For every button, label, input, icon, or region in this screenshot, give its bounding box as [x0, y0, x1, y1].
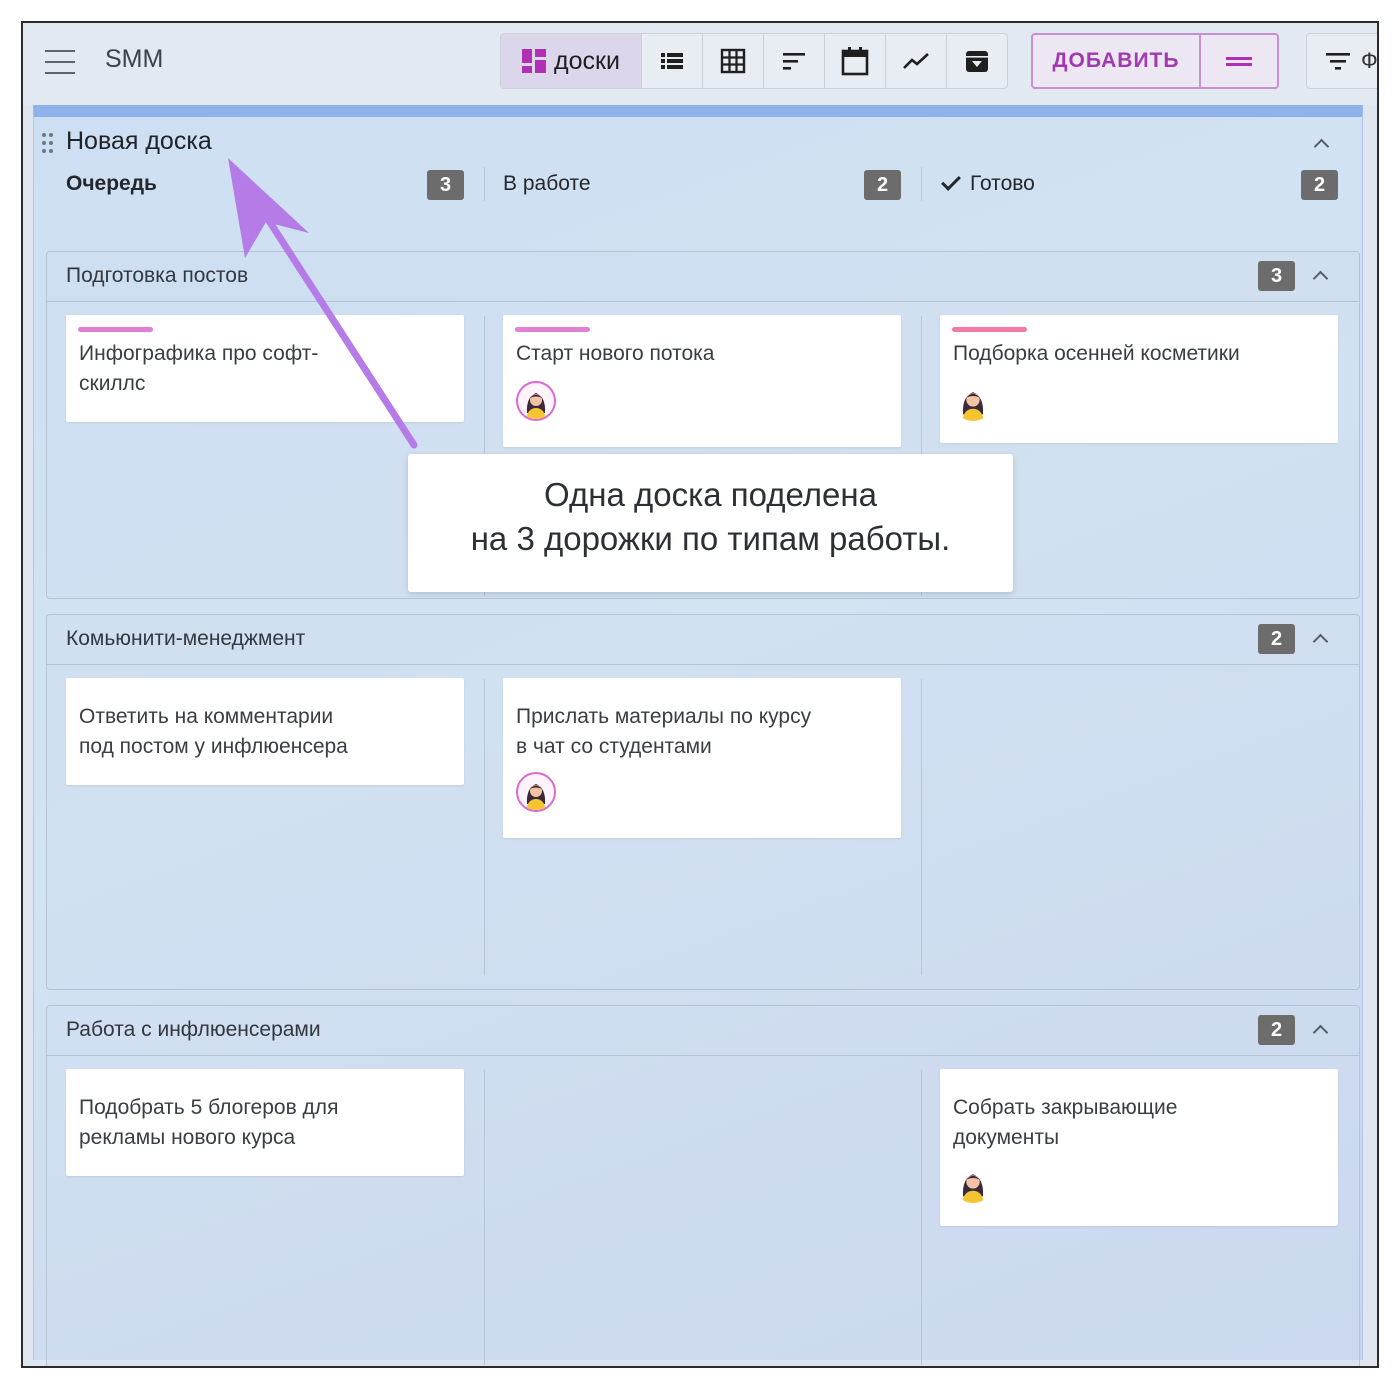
view-boards-button[interactable]: доски	[501, 34, 641, 88]
column-count-badge: 2	[864, 170, 901, 200]
card-title: Инфографика про софт- скиллс	[79, 342, 319, 395]
lane-header[interactable]: Подготовка постов 3	[47, 252, 1359, 302]
column-count-badge: 2	[1301, 170, 1338, 200]
column-divider	[484, 167, 485, 201]
filter-icon	[1326, 53, 1350, 70]
column-divider	[921, 1070, 922, 1365]
lane-collapse-chevron-icon[interactable]	[1312, 631, 1328, 647]
lane-count-badge: 2	[1258, 1015, 1295, 1045]
lane-title: Подготовка постов	[66, 264, 249, 287]
card-title: Подборка осенней косметики	[953, 342, 1240, 365]
dashboard-icon	[522, 49, 547, 73]
view-list-button[interactable]	[641, 34, 702, 88]
column-name: Готово	[970, 172, 1035, 195]
board: Новая доска Очередь 3 В работе 2 Готово …	[33, 105, 1363, 1366]
filter-button[interactable]: Ф	[1306, 33, 1378, 89]
column-count-badge: 3	[427, 170, 464, 200]
filter-label: Ф	[1361, 48, 1378, 73]
app-window: SMM доски ДОБАВИТЬ Ф Новая доска Очередь…	[21, 21, 1379, 1368]
add-button-group: ДОБАВИТЬ	[1031, 33, 1279, 89]
calendar-icon	[841, 47, 869, 76]
column-divider	[484, 679, 485, 975]
card-color-strip	[515, 327, 590, 332]
column-divider	[484, 1070, 485, 1365]
add-button[interactable]: ДОБАВИТЬ	[1033, 35, 1199, 87]
task-card[interactable]: Ответить на комментарии под постом у инф…	[66, 678, 464, 785]
sort-lines-icon	[783, 53, 805, 70]
card-color-strip	[78, 327, 153, 332]
task-card[interactable]: Инфографика про софт- скиллс	[66, 315, 464, 422]
task-card[interactable]: Собрать закрывающие документы	[940, 1069, 1338, 1226]
card-title: Старт нового потока	[516, 342, 715, 365]
app-title: SMM	[105, 45, 164, 73]
check-icon	[941, 171, 961, 191]
swimlane-influencers: Работа с инфлюенсерами 2 Подобрать 5 бло…	[46, 1005, 1360, 1366]
card-title: Ответить на комментарии под постом у инф…	[79, 705, 348, 758]
lane-header[interactable]: Работа с инфлюенсерами 2	[47, 1006, 1359, 1056]
card-title: Подобрать 5 блогеров для рекламы нового …	[79, 1096, 339, 1149]
view-gantt-button[interactable]	[763, 34, 824, 88]
column-header-queue: Очередь	[66, 162, 157, 206]
drag-handle-icon[interactable]	[42, 133, 56, 155]
callout-line-1: Одна доска поделена	[544, 476, 877, 513]
archive-icon	[966, 51, 988, 72]
board-title: Новая доска	[66, 127, 212, 155]
avatar[interactable]	[953, 381, 993, 421]
task-card[interactable]: Прислать материалы по курсу в чат со сту…	[503, 678, 901, 838]
grid-icon	[720, 48, 746, 74]
avatar[interactable]	[953, 1163, 993, 1203]
column-divider	[921, 167, 922, 201]
avatar[interactable]	[516, 381, 556, 421]
card-title: Собрать закрывающие документы	[953, 1096, 1178, 1149]
annotation-callout: Одна доска поделена на 3 дорожки по типа…	[408, 454, 1013, 592]
task-card[interactable]: Подобрать 5 блогеров для рекламы нового …	[66, 1069, 464, 1176]
task-card[interactable]: Подборка осенней косметики	[940, 315, 1338, 443]
swimlane-community: Комьюнити-менеджмент 2 Ответить на комме…	[46, 614, 1360, 990]
board-collapse-chevron-icon[interactable]	[1313, 136, 1329, 152]
view-chart-button[interactable]	[885, 34, 946, 88]
callout-line-2: на 3 дорожки по типам работы.	[470, 520, 951, 557]
lane-collapse-chevron-icon[interactable]	[1312, 1022, 1328, 1038]
lane-title: Работа с инфлюенсерами	[66, 1018, 321, 1041]
column-name: В работе	[503, 172, 591, 195]
lane-count-badge: 3	[1258, 261, 1295, 291]
hamburger-menu-icon[interactable]	[45, 50, 75, 74]
view-switcher: доски	[500, 33, 1008, 89]
top-bar: SMM доски ДОБАВИТЬ Ф	[23, 23, 1377, 105]
lane-count-badge: 2	[1258, 624, 1295, 654]
avatar[interactable]	[516, 772, 556, 812]
card-title: Прислать материалы по курсу в чат со сту…	[516, 705, 812, 758]
view-archive-button[interactable]	[946, 34, 1007, 88]
column-divider	[921, 679, 922, 975]
column-header-in-progress: В работе	[503, 162, 591, 206]
equals-icon	[1226, 56, 1252, 66]
lane-header[interactable]: Комьюнити-менеджмент 2	[47, 615, 1359, 665]
lane-title: Комьюнити-менеджмент	[66, 627, 306, 650]
task-card[interactable]: Старт нового потока	[503, 315, 901, 447]
view-calendar-button[interactable]	[824, 34, 885, 88]
list-icon	[661, 53, 683, 69]
lane-collapse-chevron-icon[interactable]	[1312, 268, 1328, 284]
trend-icon	[903, 53, 929, 69]
add-menu-button[interactable]	[1199, 35, 1277, 87]
column-header-done: Готово	[940, 162, 1035, 206]
view-boards-label: доски	[554, 46, 620, 75]
card-color-strip	[952, 327, 1027, 332]
column-name: Очередь	[66, 172, 157, 195]
view-table-button[interactable]	[702, 34, 763, 88]
